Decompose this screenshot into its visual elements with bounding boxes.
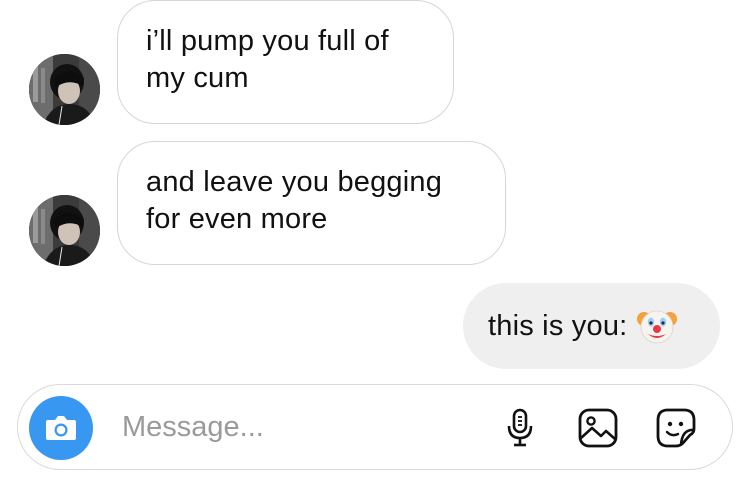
message-bubble-incoming[interactable]: i’ll pump you full of my cum	[117, 0, 454, 124]
sticker-button[interactable]	[653, 405, 699, 451]
avatar-photo-icon	[29, 195, 100, 266]
microphone-icon	[507, 408, 533, 447]
avatar-photo-icon	[29, 54, 100, 125]
avatar[interactable]	[29, 54, 100, 125]
clown-face-icon	[637, 306, 678, 346]
message-text: this is you:	[488, 309, 628, 342]
message-bubble-outgoing[interactable]: this is you:	[463, 283, 720, 369]
message-text-line: for even more	[146, 203, 328, 235]
sticker-icon	[656, 408, 696, 448]
camera-button[interactable]	[29, 396, 93, 460]
microphone-button[interactable]	[497, 405, 543, 451]
message-composer	[17, 384, 733, 470]
message-input[interactable]	[122, 407, 482, 447]
message-text-line: i’ll pump you full of	[146, 25, 389, 57]
gallery-icon	[578, 408, 618, 448]
gallery-button[interactable]	[575, 405, 621, 451]
avatar[interactable]	[29, 195, 100, 266]
camera-icon	[46, 416, 76, 440]
message-bubble-incoming[interactable]: and leave you begging for even more	[117, 141, 506, 265]
message-text-line: my cum	[146, 62, 249, 94]
message-text-line: and leave you begging	[146, 166, 443, 198]
